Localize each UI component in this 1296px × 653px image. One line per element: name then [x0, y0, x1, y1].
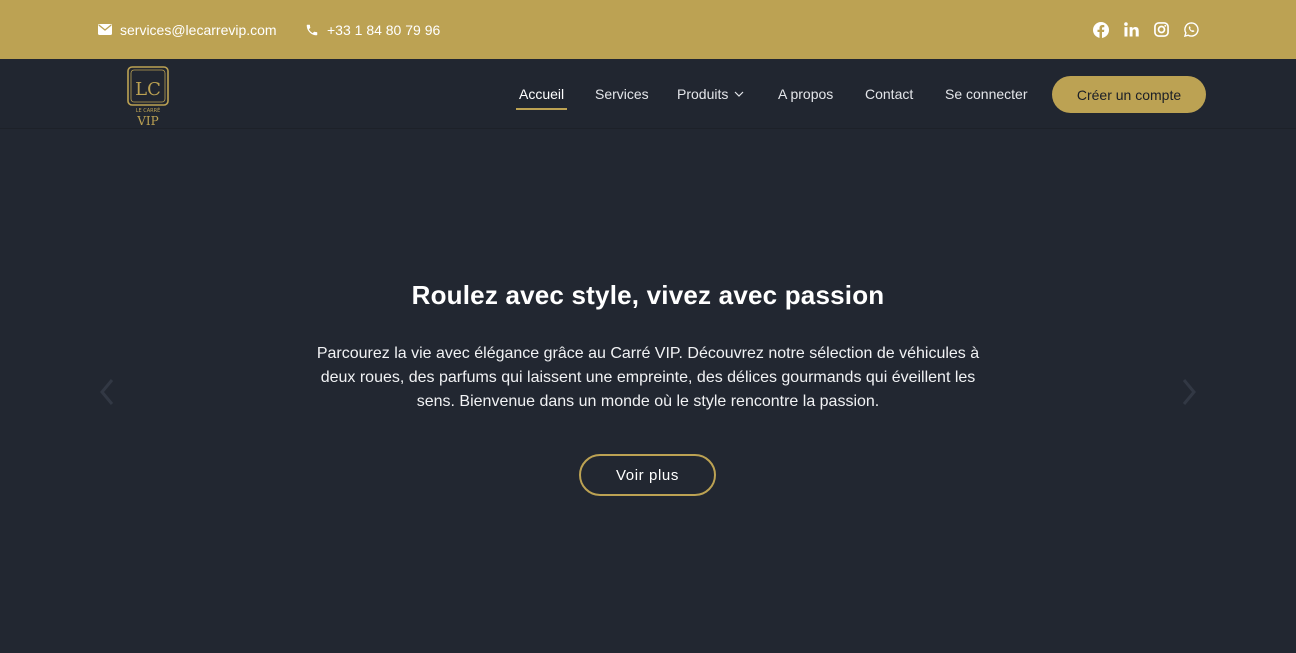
- svg-text:LC: LC: [135, 79, 161, 100]
- svg-text:VIP: VIP: [136, 114, 158, 127]
- instagram-icon[interactable]: [1153, 22, 1169, 38]
- facebook-icon[interactable]: [1093, 21, 1109, 38]
- phone-text: +33 1 84 80 79 96: [327, 21, 441, 38]
- nav-contact[interactable]: Contact: [865, 59, 913, 129]
- carousel-next-button[interactable]: [1179, 374, 1199, 410]
- hero-title: Roulez avec style, vivez avec passion: [411, 280, 885, 310]
- chevron-right-icon: [1182, 379, 1196, 405]
- nav-accueil[interactable]: Accueil: [515, 59, 568, 129]
- phone-icon: [306, 24, 318, 35]
- whatsapp-icon[interactable]: [1183, 22, 1199, 38]
- top-bar: services@lecarrevip.com +33 1 84 80 79 9…: [0, 0, 1296, 59]
- nav-services[interactable]: Services: [595, 59, 649, 129]
- chevron-down-icon: [734, 91, 744, 97]
- envelope-icon: [98, 24, 112, 35]
- chevron-left-icon: [100, 379, 114, 405]
- carousel-prev-button[interactable]: [97, 374, 117, 410]
- email-link[interactable]: services@lecarrevip.com: [98, 0, 277, 59]
- nav-label: Services: [595, 86, 649, 102]
- nav-label: Accueil: [519, 86, 565, 102]
- nav-label: Se connecter: [945, 86, 1028, 102]
- nav-label: Produits: [677, 86, 729, 102]
- main-navbar: LC LE CARRÉ VIP Accueil Services Produit…: [0, 59, 1296, 129]
- nav-a-propos[interactable]: A propos: [778, 59, 833, 129]
- email-text: services@lecarrevip.com: [120, 21, 277, 38]
- linkedin-icon[interactable]: [1123, 22, 1139, 38]
- nav-label: Contact: [865, 86, 914, 102]
- hero-carousel: Roulez avec style, vivez avec passion Pa…: [0, 130, 1296, 653]
- nav-produits[interactable]: Produits: [677, 59, 744, 129]
- nav-se-connecter[interactable]: Se connecter: [945, 59, 1028, 129]
- social-links: [1093, 0, 1199, 59]
- svg-text:LE CARRÉ: LE CARRÉ: [136, 106, 161, 114]
- site-logo[interactable]: LC LE CARRÉ VIP: [126, 65, 170, 128]
- phone-link[interactable]: +33 1 84 80 79 96: [305, 0, 440, 59]
- create-account-button[interactable]: Créer un compte: [1052, 76, 1206, 113]
- hero-description: Parcourez la vie avec élégance grâce au …: [316, 345, 980, 410]
- nav-label: A propos: [778, 86, 834, 102]
- voir-plus-button[interactable]: Voir plus: [579, 454, 716, 496]
